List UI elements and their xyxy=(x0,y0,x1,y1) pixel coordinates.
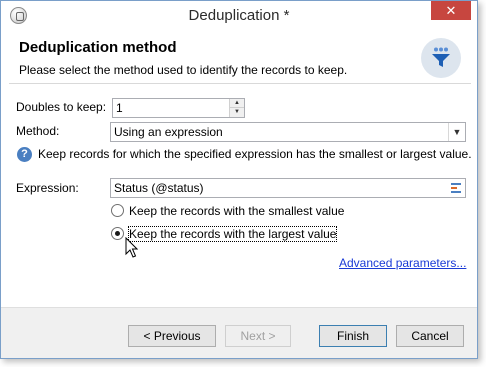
method-select[interactable]: Using an expression ▼ xyxy=(110,122,466,142)
button-bar: < Previous Next > Finish Cancel xyxy=(1,307,477,358)
chevron-down-icon[interactable]: ▼ xyxy=(448,123,465,141)
expression-label: Expression: xyxy=(16,181,79,195)
radio-smallest-label[interactable]: Keep the records with the smallest value xyxy=(129,204,344,218)
method-value: Using an expression xyxy=(114,125,223,139)
advanced-parameters-link[interactable]: Advanced parameters... xyxy=(339,256,466,270)
close-button[interactable]: ✕ xyxy=(431,1,471,20)
dialog-window: Deduplication * ✕ Deduplication method P… xyxy=(0,0,478,359)
help-text: Keep records for which the specified exp… xyxy=(38,147,472,161)
expression-field[interactable]: Status (@status) xyxy=(110,178,466,198)
doubles-value[interactable]: 1 xyxy=(116,101,123,115)
funnel-icon xyxy=(421,38,461,78)
doubles-stepper[interactable]: 1 ▲ ▼ xyxy=(112,98,245,118)
stepper-up-icon[interactable]: ▲ xyxy=(230,99,244,108)
expression-editor-icon[interactable] xyxy=(449,181,463,195)
title-bar[interactable]: Deduplication * ✕ xyxy=(1,1,477,32)
expression-value[interactable]: Status (@status) xyxy=(114,181,204,195)
radio-largest-label[interactable]: Keep the records with the largest value xyxy=(127,226,338,242)
help-icon: ? xyxy=(17,147,32,162)
stepper-buttons: ▲ ▼ xyxy=(229,99,244,117)
page-subtitle: Please select the method used to identif… xyxy=(19,63,348,77)
radio-smallest[interactable] xyxy=(111,204,124,217)
page-title: Deduplication method xyxy=(19,39,177,56)
next-button[interactable]: Next > xyxy=(225,325,291,347)
method-label: Method: xyxy=(16,124,60,138)
finish-button[interactable]: Finish xyxy=(319,325,387,347)
doubles-label: Doubles to keep: xyxy=(16,100,107,114)
window-title: Deduplication * xyxy=(188,7,290,24)
dialog-header: Deduplication method Please select the m… xyxy=(9,32,471,84)
previous-button[interactable]: < Previous xyxy=(128,325,216,347)
stepper-down-icon[interactable]: ▼ xyxy=(230,108,244,117)
mouse-pointer-icon xyxy=(125,237,138,258)
radio-largest[interactable] xyxy=(111,227,124,240)
cancel-button[interactable]: Cancel xyxy=(396,325,464,347)
